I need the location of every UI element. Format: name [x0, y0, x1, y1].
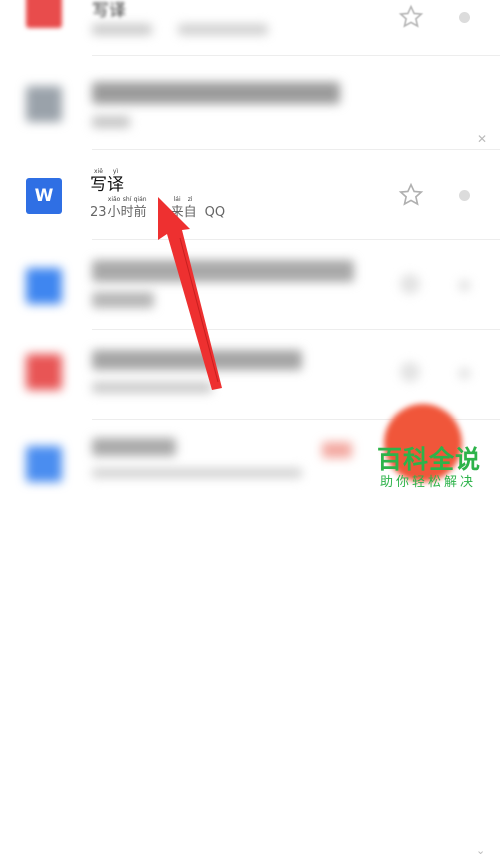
- unread-dot: [459, 368, 470, 379]
- item4-title-blur-2: [92, 292, 154, 308]
- title-char-1: xiě 写: [90, 168, 107, 195]
- list-item-featured[interactable]: W xiě 写 yì 译 23 xiǎo 小 shí 时 qián 前 lái 来 zì 自 …: [0, 150, 500, 240]
- top-item-meta-blur: [92, 24, 152, 35]
- time-char-1: xiǎo 小: [107, 196, 121, 220]
- item5-title-blur: [92, 350, 302, 370]
- item2-title-blur: [92, 82, 340, 104]
- item6-meta-blur: [92, 468, 302, 478]
- time-number: 23: [90, 205, 107, 220]
- top-item-meta-blur-2: [178, 24, 268, 35]
- app-icon-red: [26, 354, 62, 390]
- app-icon-blue: [26, 446, 62, 482]
- app-icon-gray: [26, 86, 62, 122]
- time-char-3: qián 前: [133, 196, 147, 220]
- list-item-2[interactable]: ✕: [0, 60, 500, 150]
- item6-title-blur: [92, 438, 176, 456]
- item-meta: 23 xiǎo 小 shí 时 qián 前 lái 来 zì 自 QQ: [90, 196, 229, 222]
- source-char-2: zì 自: [183, 196, 197, 220]
- watermark-logo: 百科全说 助你轻松解决: [362, 440, 500, 500]
- title-char-2: yì 译: [107, 168, 124, 195]
- list-item-4[interactable]: [0, 240, 500, 330]
- item-title: xiě 写 yì 译: [90, 168, 124, 194]
- item2-meta-blur: [92, 116, 130, 128]
- top-item-title: 写译: [92, 1, 126, 21]
- wps-w-letter: W: [34, 186, 54, 206]
- star-icon[interactable]: [398, 4, 424, 30]
- star-icon[interactable]: [398, 182, 424, 208]
- item4-title-blur: [92, 260, 354, 282]
- chevron-down-icon[interactable]: ⌄: [476, 844, 485, 857]
- divider: [92, 55, 500, 56]
- source-app: QQ: [204, 205, 226, 220]
- source-char-1: lái 来: [170, 196, 184, 220]
- close-icon[interactable]: ✕: [477, 132, 487, 146]
- wps-app-icon: W: [26, 178, 62, 214]
- unread-dot: [459, 12, 470, 23]
- item5-meta-blur: [92, 382, 212, 393]
- app-icon-red: [26, 0, 62, 28]
- list-item-top[interactable]: 写译: [0, 0, 500, 56]
- app-icon-blue: [26, 268, 62, 304]
- item4-star-blur: [400, 274, 420, 294]
- item6-badge-blur: [322, 442, 352, 458]
- item5-star-blur: [400, 362, 420, 382]
- unread-dot: [459, 190, 470, 201]
- unread-dot: [459, 280, 470, 291]
- watermark-subtitle: 助你轻松解决: [380, 475, 477, 490]
- time-char-2: shí 时: [120, 196, 134, 220]
